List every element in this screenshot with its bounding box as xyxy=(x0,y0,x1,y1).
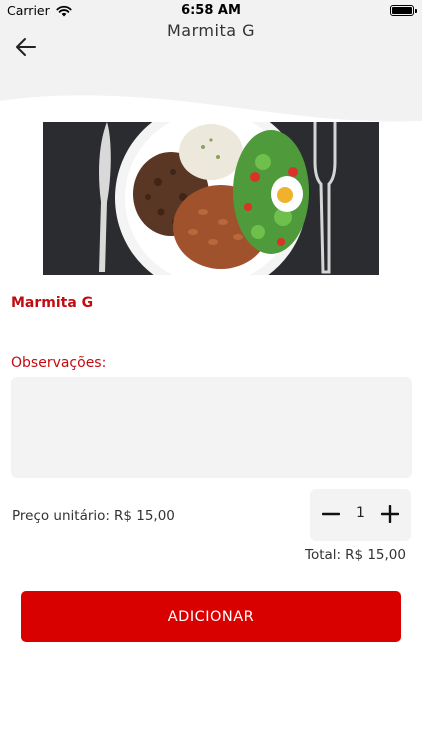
product-image xyxy=(43,122,379,275)
add-to-cart-button[interactable]: ADICIONAR xyxy=(21,591,401,642)
status-time: 6:58 AM xyxy=(181,3,241,18)
total-price: Total: R$ 15,00 xyxy=(305,547,410,563)
minus-icon xyxy=(322,512,340,516)
total-label: Total: xyxy=(305,547,342,563)
observations-field[interactable] xyxy=(11,377,412,478)
battery-icon xyxy=(390,5,417,16)
decrease-quantity-button[interactable] xyxy=(318,501,344,527)
plus-icon xyxy=(381,505,399,523)
page-title: Marmita G xyxy=(167,21,255,40)
unit-price-label: Preço unitário: xyxy=(12,508,110,524)
unit-price-value: R$ 15,00 xyxy=(113,508,175,524)
meal-plate-photo xyxy=(43,122,379,275)
arrow-left-icon xyxy=(16,38,36,56)
quantity-value: 1 xyxy=(356,505,365,521)
quantity-stepper: 1 xyxy=(310,489,411,541)
increase-quantity-button[interactable] xyxy=(377,501,403,527)
unit-price: Preço unitário: R$ 15,00 xyxy=(12,508,179,524)
observations-label: Observações: xyxy=(11,355,107,371)
status-bar: Carrier 6:58 AM xyxy=(0,0,422,21)
header: Marmita G xyxy=(0,21,422,131)
product-name: Marmita G xyxy=(11,295,94,311)
total-value: R$ 15,00 xyxy=(345,547,406,563)
